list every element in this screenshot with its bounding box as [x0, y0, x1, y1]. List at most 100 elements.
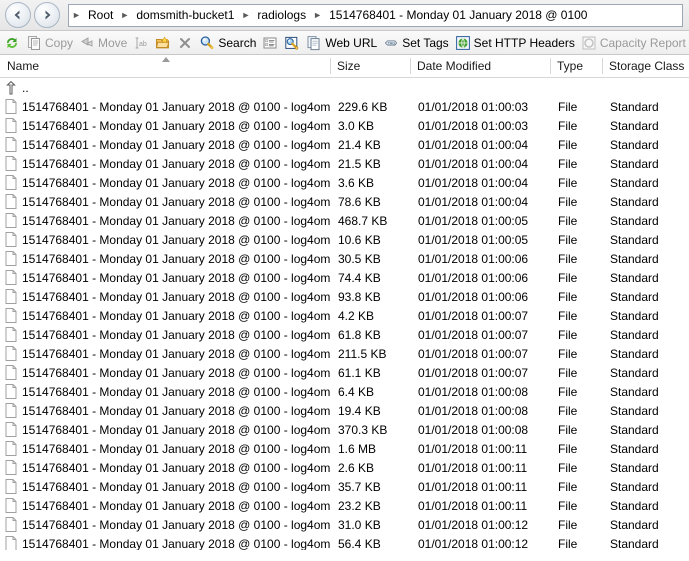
- search-icon: [201, 35, 214, 49]
- table-row[interactable]: 1514768401 - Monday 01 January 2018 @ 01…: [0, 154, 689, 173]
- file-icon: [5, 403, 17, 418]
- column-header-name[interactable]: Name: [0, 55, 330, 77]
- cell-name[interactable]: 1514768401 - Monday 01 January 2018 @ 01…: [0, 118, 330, 133]
- table-row[interactable]: 1514768401 - Monday 01 January 2018 @ 01…: [0, 211, 689, 230]
- breadcrumb-item-bucket[interactable]: domsmith-bucket1: [132, 8, 238, 22]
- parent-directory-row[interactable]: ..: [0, 78, 689, 97]
- set-tags-button[interactable]: TAG Set Tags: [381, 32, 452, 54]
- cell-name[interactable]: 1514768401 - Monday 01 January 2018 @ 01…: [0, 270, 330, 285]
- cell-name[interactable]: 1514768401 - Monday 01 January 2018 @ 01…: [0, 175, 330, 190]
- refresh-button[interactable]: [2, 32, 24, 54]
- cell-name[interactable]: 1514768401 - Monday 01 January 2018 @ 01…: [0, 460, 330, 475]
- cell-name[interactable]: 1514768401 - Monday 01 January 2018 @ 01…: [0, 479, 330, 494]
- file-name: 1514768401 - Monday 01 January 2018 @ 01…: [22, 498, 330, 513]
- cell-name[interactable]: 1514768401 - Monday 01 January 2018 @ 01…: [0, 517, 330, 532]
- table-row[interactable]: 1514768401 - Monday 01 January 2018 @ 01…: [0, 192, 689, 211]
- table-row[interactable]: 1514768401 - Monday 01 January 2018 @ 01…: [0, 135, 689, 154]
- cell-type: File: [558, 308, 578, 323]
- cell-storage-class: Standard: [610, 536, 659, 551]
- cell-name[interactable]: 1514768401 - Monday 01 January 2018 @ 01…: [0, 365, 330, 380]
- table-row[interactable]: 1514768401 - Monday 01 January 2018 @ 01…: [0, 363, 689, 382]
- cell-name[interactable]: 1514768401 - Monday 01 January 2018 @ 01…: [0, 99, 330, 114]
- cell-name[interactable]: 1514768401 - Monday 01 January 2018 @ 01…: [0, 156, 330, 171]
- table-row[interactable]: 1514768401 - Monday 01 January 2018 @ 01…: [0, 496, 689, 515]
- properties-button[interactable]: [260, 32, 282, 54]
- cell-type: File: [558, 384, 578, 399]
- move-label: Move: [98, 35, 128, 50]
- file-name: 1514768401 - Monday 01 January 2018 @ 01…: [22, 99, 330, 114]
- permissions-button[interactable]: [282, 32, 304, 54]
- table-row[interactable]: 1514768401 - Monday 01 January 2018 @ 01…: [0, 230, 689, 249]
- web-url-button[interactable]: Web URL: [304, 32, 381, 54]
- cell-name[interactable]: 1514768401 - Monday 01 January 2018 @ 01…: [0, 403, 330, 418]
- table-row[interactable]: 1514768401 - Monday 01 January 2018 @ 01…: [0, 97, 689, 116]
- breadcrumb-separator-3[interactable]: ►: [310, 10, 325, 20]
- cell-name[interactable]: 1514768401 - Monday 01 January 2018 @ 01…: [0, 441, 330, 456]
- table-row[interactable]: 1514768401 - Monday 01 January 2018 @ 01…: [0, 401, 689, 420]
- table-row[interactable]: 1514768401 - Monday 01 January 2018 @ 01…: [0, 420, 689, 439]
- breadcrumb-item-folder[interactable]: radiologs: [253, 8, 310, 22]
- column-header-size[interactable]: Size: [330, 55, 410, 77]
- cell-storage-class: Standard: [610, 384, 659, 399]
- back-arrow-icon: [14, 10, 20, 20]
- cell-date-modified: 01/01/2018 01:00:11: [418, 479, 528, 494]
- file-rows-container: 1514768401 - Monday 01 January 2018 @ 01…: [0, 97, 689, 550]
- table-row[interactable]: 1514768401 - Monday 01 January 2018 @ 01…: [0, 515, 689, 534]
- move-button[interactable]: Move: [77, 32, 131, 54]
- cell-name[interactable]: 1514768401 - Monday 01 January 2018 @ 01…: [0, 137, 330, 152]
- table-row[interactable]: 1514768401 - Monday 01 January 2018 @ 01…: [0, 534, 689, 550]
- table-row[interactable]: 1514768401 - Monday 01 January 2018 @ 01…: [0, 439, 689, 458]
- file-list[interactable]: .. 1514768401 - Monday 01 January 2018 @…: [0, 78, 689, 550]
- table-row[interactable]: 1514768401 - Monday 01 January 2018 @ 01…: [0, 173, 689, 192]
- forward-button[interactable]: [34, 2, 60, 28]
- table-row[interactable]: 1514768401 - Monday 01 January 2018 @ 01…: [0, 325, 689, 344]
- cell-name[interactable]: 1514768401 - Monday 01 January 2018 @ 01…: [0, 251, 330, 266]
- table-row[interactable]: 1514768401 - Monday 01 January 2018 @ 01…: [0, 287, 689, 306]
- file-icon: [5, 422, 17, 437]
- breadcrumb-item-root[interactable]: Root: [84, 8, 117, 22]
- cell-type: File: [558, 460, 578, 475]
- cell-name[interactable]: 1514768401 - Monday 01 January 2018 @ 01…: [0, 422, 330, 437]
- breadcrumb[interactable]: ► Root ► domsmith-bucket1 ► radiologs ► …: [68, 3, 683, 27]
- cell-name[interactable]: 1514768401 - Monday 01 January 2018 @ 01…: [0, 346, 330, 361]
- cell-name[interactable]: 1514768401 - Monday 01 January 2018 @ 01…: [0, 308, 330, 323]
- table-row[interactable]: 1514768401 - Monday 01 January 2018 @ 01…: [0, 477, 689, 496]
- table-row[interactable]: 1514768401 - Monday 01 January 2018 @ 01…: [0, 344, 689, 363]
- cell-name[interactable]: 1514768401 - Monday 01 January 2018 @ 01…: [0, 327, 330, 342]
- cell-type: File: [558, 99, 578, 114]
- table-row[interactable]: 1514768401 - Monday 01 January 2018 @ 01…: [0, 268, 689, 287]
- set-http-headers-button[interactable]: Set HTTP Headers: [453, 32, 579, 54]
- column-header-type[interactable]: Type: [550, 55, 602, 77]
- table-row[interactable]: 1514768401 - Monday 01 January 2018 @ 01…: [0, 306, 689, 325]
- back-button[interactable]: [5, 2, 31, 28]
- rename-button[interactable]: ab: [131, 32, 153, 54]
- breadcrumb-separator-2[interactable]: ►: [238, 10, 253, 20]
- capacity-report-button[interactable]: Capacity Report: [579, 32, 689, 54]
- cell-type: File: [558, 213, 578, 228]
- cell-size: 61.8 KB: [338, 327, 381, 342]
- breadcrumb-separator-1[interactable]: ►: [117, 10, 132, 20]
- file-name: 1514768401 - Monday 01 January 2018 @ 01…: [22, 384, 330, 399]
- copy-button[interactable]: Copy: [24, 32, 77, 54]
- breadcrumb-item-current[interactable]: 1514768401 - Monday 01 January 2018 @ 01…: [325, 8, 591, 22]
- new-folder-button[interactable]: [153, 32, 175, 54]
- cell-type: File: [558, 175, 578, 190]
- search-button[interactable]: Search: [197, 32, 260, 54]
- file-name: 1514768401 - Monday 01 January 2018 @ 01…: [22, 441, 330, 456]
- cell-name[interactable]: 1514768401 - Monday 01 January 2018 @ 01…: [0, 289, 330, 304]
- cell-name[interactable]: 1514768401 - Monday 01 January 2018 @ 01…: [0, 213, 330, 228]
- cell-name[interactable]: 1514768401 - Monday 01 January 2018 @ 01…: [0, 232, 330, 247]
- table-row[interactable]: 1514768401 - Monday 01 January 2018 @ 01…: [0, 249, 689, 268]
- delete-button[interactable]: [175, 32, 197, 54]
- table-row[interactable]: 1514768401 - Monday 01 January 2018 @ 01…: [0, 382, 689, 401]
- column-header-date-modified[interactable]: Date Modified: [410, 55, 550, 77]
- cell-name[interactable]: 1514768401 - Monday 01 January 2018 @ 01…: [0, 194, 330, 209]
- table-row[interactable]: 1514768401 - Monday 01 January 2018 @ 01…: [0, 116, 689, 135]
- cell-size: 3.0 KB: [338, 118, 375, 133]
- column-header-storage-class[interactable]: Storage Class: [602, 55, 689, 77]
- web-url-label: Web URL: [325, 35, 378, 50]
- table-row[interactable]: 1514768401 - Monday 01 January 2018 @ 01…: [0, 458, 689, 477]
- cell-name[interactable]: 1514768401 - Monday 01 January 2018 @ 01…: [0, 498, 330, 513]
- cell-name[interactable]: 1514768401 - Monday 01 January 2018 @ 01…: [0, 384, 330, 399]
- cell-name[interactable]: 1514768401 - Monday 01 January 2018 @ 01…: [0, 536, 330, 550]
